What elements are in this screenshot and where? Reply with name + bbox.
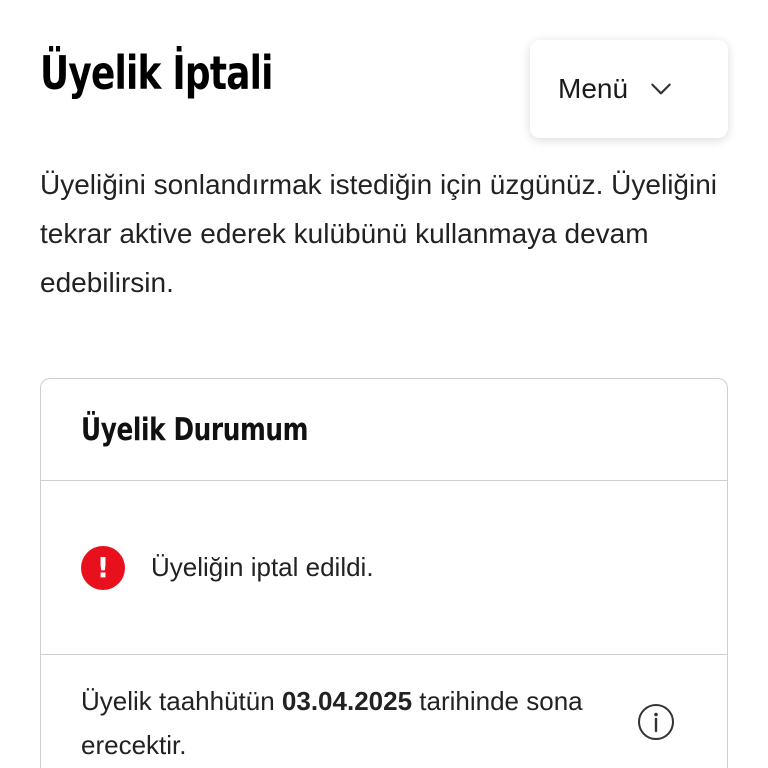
menu-label: Menü <box>558 73 629 104</box>
membership-status-card: Üyelik Durumum ! Üyeliğin iptal edildi. … <box>40 378 728 768</box>
intro-text: Üyeliğini sonlandırmak istediğin için üz… <box>40 169 718 298</box>
card-header: Üyelik Durumum <box>41 379 727 481</box>
commitment-prefix: Üyelik taahhütün <box>81 686 282 716</box>
alert-icon: ! <box>81 545 125 590</box>
commitment-date: 03.04.2025 <box>281 686 413 716</box>
commitment-info-row: Üyelik taahhütün 03.04.2025 tarihinde so… <box>41 655 727 767</box>
menu-button[interactable]: Menü <box>530 40 728 138</box>
status-row: ! Üyeliğin iptal edildi. <box>41 481 727 655</box>
chevron-down-icon <box>651 83 671 95</box>
info-icon[interactable] <box>637 703 675 741</box>
status-text: Üyeliğin iptal edildi. <box>151 552 374 582</box>
page-title: Üyelik İptali <box>40 46 273 100</box>
card-title: Üyelik Durumum <box>81 411 309 448</box>
